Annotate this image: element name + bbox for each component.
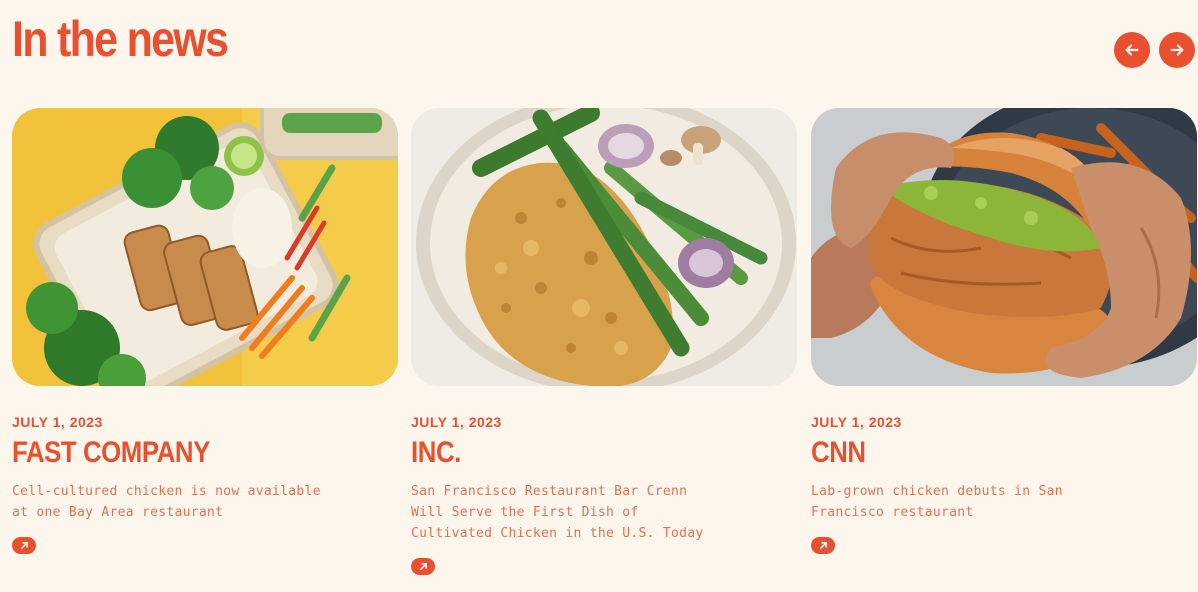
in-the-news-section: In the news JULY 1, 2023 FAST COMPANY Ce… — [0, 0, 1198, 592]
article-date: JULY 1, 2023 — [411, 414, 502, 430]
read-article-button[interactable] — [811, 537, 835, 554]
article-image[interactable] — [411, 108, 797, 386]
article-headline[interactable]: Lab-grown chicken debuts in San Francisc… — [811, 481, 1121, 523]
carousel-prev-button[interactable] — [1114, 32, 1150, 68]
carousel-next-button[interactable] — [1159, 32, 1195, 68]
article-outlet: FAST COMPANY — [12, 436, 210, 469]
arrow-left-icon — [1125, 44, 1139, 56]
news-card[interactable]: JULY 1, 2023 INC. San Francisco Restaura… — [411, 108, 797, 575]
news-card[interactable]: JULY 1, 2023 FAST COMPANY Cell-cultured … — [12, 108, 398, 554]
article-outlet: CNN — [811, 436, 866, 469]
read-article-button[interactable] — [12, 537, 36, 554]
read-article-button[interactable] — [411, 558, 435, 575]
external-arrow-icon — [419, 562, 427, 571]
section-title: In the news — [12, 11, 229, 67]
external-arrow-icon — [20, 541, 28, 550]
article-outlet: INC. — [411, 436, 461, 469]
article-image[interactable] — [811, 108, 1197, 386]
external-arrow-icon — [819, 541, 827, 550]
article-date: JULY 1, 2023 — [811, 414, 902, 430]
article-date: JULY 1, 2023 — [12, 414, 103, 430]
article-image[interactable] — [12, 108, 398, 386]
article-headline[interactable]: Cell-cultured chicken is now available a… — [12, 481, 322, 523]
arrow-right-icon — [1170, 44, 1184, 56]
article-headline[interactable]: San Francisco Restaurant Bar Crenn Will … — [411, 481, 721, 544]
news-card[interactable]: JULY 1, 2023 CNN Lab-grown chicken debut… — [811, 108, 1197, 554]
